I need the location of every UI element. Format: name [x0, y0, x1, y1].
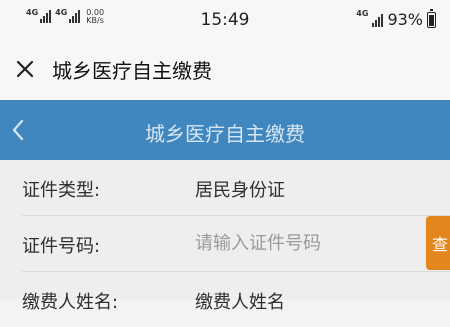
signal-strength-icon-3: [372, 13, 384, 27]
nav-bar-title: 城乡医疗自主缴费: [145, 122, 305, 146]
payer-name-label: 缴费人姓名:: [22, 292, 119, 313]
nav-bar: 城乡医疗自主缴费: [0, 100, 450, 160]
app-header-title: 城乡医疗自主缴费: [52, 59, 212, 83]
id-type-row[interactable]: 证件类型: 居民身份证: [0, 160, 450, 215]
id-type-value[interactable]: 居民身份证: [195, 176, 285, 202]
status-bar-right: 4G 93%: [356, 8, 436, 29]
id-number-row: 证件号码:: [0, 216, 450, 271]
battery-icon: [427, 8, 436, 28]
battery-percent: 93%: [387, 10, 423, 29]
close-button[interactable]: [12, 56, 38, 82]
status-bar: 4G 4G 0.00 KB/s 15:49 4G 93%: [0, 0, 450, 38]
payment-form: 证件类型: 居民身份证 证件号码: 查 缴费人姓名: 缴费人姓名: [0, 160, 450, 313]
payer-name-field[interactable]: 缴费人姓名: [195, 288, 285, 314]
battery-fill: [429, 15, 434, 26]
id-type-label: 证件类型:: [22, 180, 101, 201]
id-number-input[interactable]: [193, 227, 422, 259]
query-button[interactable]: 查: [426, 216, 450, 270]
right-network-label: 4G: [356, 9, 369, 18]
id-number-label: 证件号码:: [22, 236, 101, 257]
close-icon: [16, 60, 34, 78]
app-header: 城乡医疗自主缴费: [0, 38, 450, 100]
